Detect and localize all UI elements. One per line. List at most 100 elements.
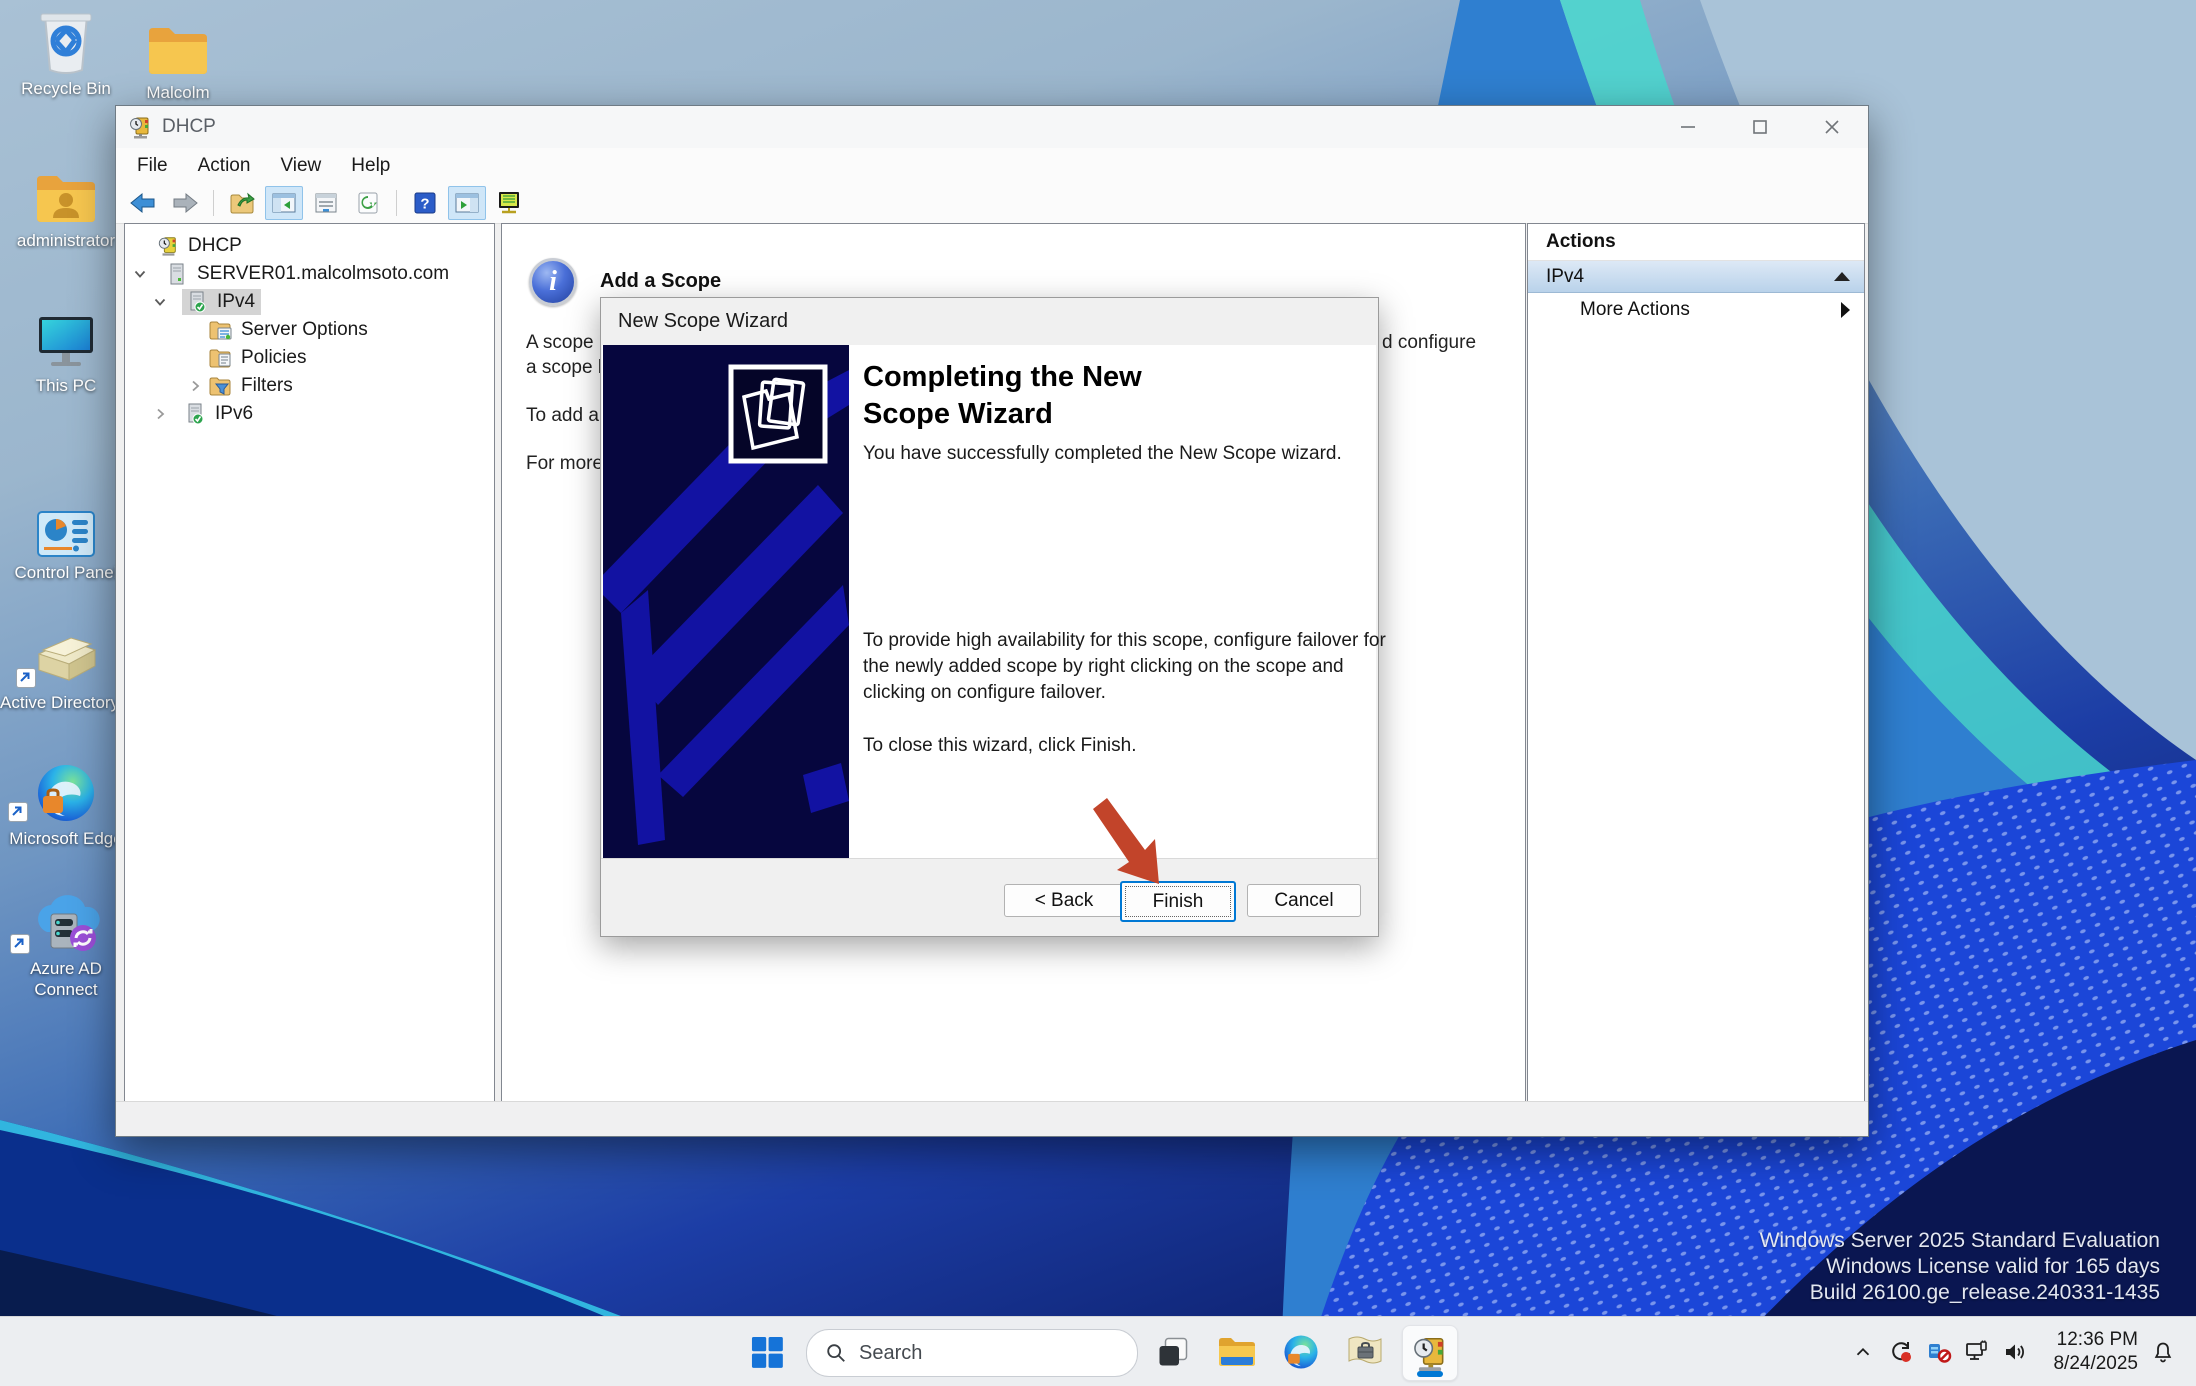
chevron-down-icon[interactable] — [130, 264, 150, 284]
tray-azure-ad-connect[interactable] — [1920, 1332, 1958, 1372]
active-app-indicator — [1417, 1371, 1443, 1377]
actions-more-actions[interactable]: More Actions — [1528, 292, 1864, 328]
properties-icon — [314, 192, 338, 214]
desktop-icon-administrator[interactable]: administrator — [0, 160, 132, 251]
action-pane-toggle-icon — [454, 192, 480, 214]
close-button[interactable] — [1796, 106, 1868, 148]
tree-item-server[interactable]: SERVER01.malcolmsoto.com — [125, 260, 492, 288]
file-explorer-button[interactable] — [1210, 1325, 1264, 1379]
desktop-icon-active-directory[interactable]: Active Directory... — [0, 622, 132, 713]
dhcp-rolodex-icon — [128, 115, 152, 139]
wizard-success-text: You have successfully completed the New … — [863, 443, 1363, 465]
chevron-down-icon[interactable] — [150, 292, 170, 312]
task-view-icon — [1155, 1334, 1191, 1370]
wizard-footer: < Back Finish Cancel — [601, 858, 1378, 936]
refresh-icon — [356, 191, 380, 215]
properties-button[interactable] — [307, 186, 345, 220]
server-check-icon — [184, 291, 210, 313]
folder-options-icon — [208, 319, 234, 341]
help-icon: ? — [414, 192, 436, 214]
desktop-icon-label: Control Panel — [0, 562, 132, 583]
cancel-button[interactable]: Cancel — [1247, 884, 1361, 917]
edge-icon — [0, 758, 132, 824]
search-input[interactable]: Search — [806, 1329, 1138, 1377]
notifications-button[interactable] — [2144, 1332, 2182, 1372]
menu-file[interactable]: File — [122, 155, 183, 177]
help-button[interactable]: ? — [406, 186, 444, 220]
server-icon — [164, 263, 190, 285]
scope-description-fragment: d configure — [1382, 332, 1476, 354]
window-titlebar[interactable]: DHCP — [116, 106, 1868, 148]
selected-row-highlight: IPv4 — [182, 289, 261, 315]
chevron-up-icon — [1852, 1341, 1874, 1363]
taskbar-clock[interactable]: 12:36 PM 8/24/2025 — [2042, 1328, 2138, 1376]
refresh-button[interactable] — [349, 186, 387, 220]
edge-button[interactable] — [1274, 1325, 1328, 1379]
toolbar-separator — [396, 190, 397, 216]
system-watermark: Windows Server 2025 Standard Evaluation … — [1760, 1228, 2160, 1306]
menu-view[interactable]: View — [265, 155, 336, 177]
search-icon — [825, 1342, 847, 1364]
export-list-icon — [229, 191, 255, 215]
tray-chevron-up[interactable] — [1844, 1332, 1882, 1372]
annotation-arrow — [1093, 792, 1173, 892]
network-display-button[interactable] — [490, 186, 528, 220]
desktop: Recycle Bin Malcolm administrator — [0, 0, 2196, 1386]
tree-item-filters[interactable]: Filters — [125, 372, 492, 400]
chevron-right-icon[interactable] — [150, 404, 170, 424]
tree-item-policies[interactable]: Policies — [125, 344, 492, 372]
wizard-titlebar[interactable]: New Scope Wizard — [601, 298, 1378, 345]
wizard-heading: Completing the New Scope Wizard — [863, 359, 1233, 433]
maximize-button[interactable] — [1724, 106, 1796, 148]
folder-policies-icon — [208, 347, 234, 369]
shortcut-arrow-icon — [8, 802, 28, 822]
tree-item-label: Policies — [241, 347, 306, 369]
action-pane-toggle-button[interactable] — [448, 186, 486, 220]
menu-help[interactable]: Help — [336, 155, 405, 177]
tray-sync-status[interactable] — [1882, 1332, 1920, 1372]
results-heading: Add a Scope — [600, 270, 721, 293]
task-view-button[interactable] — [1146, 1325, 1200, 1379]
forward-button[interactable] — [166, 186, 204, 220]
console-tree-panel: DHCP SERVER01.malcolmsoto.com — [124, 223, 495, 1103]
minimize-button[interactable] — [1652, 106, 1724, 148]
actions-group-label: IPv4 — [1546, 266, 1584, 288]
toolbar-separator — [213, 190, 214, 216]
desktop-icon-malcolm[interactable]: Malcolm — [112, 12, 244, 103]
tree-item-dhcp-root[interactable]: DHCP — [125, 232, 492, 260]
taskbar: Search — [0, 1316, 2196, 1386]
tree-item-ipv6[interactable]: IPv6 — [125, 400, 492, 428]
azure-sync-icon — [1926, 1339, 1952, 1365]
info-icon: i — [529, 258, 577, 306]
start-button[interactable] — [740, 1325, 794, 1379]
console-tree-toggle-button[interactable] — [265, 186, 303, 220]
search-placeholder: Search — [859, 1342, 922, 1365]
forward-arrow-icon — [172, 192, 198, 214]
tree-item-server-options[interactable]: Server Options — [125, 316, 492, 344]
desktop-icon-label: Malcolm — [112, 82, 244, 103]
actions-group-ipv4[interactable]: IPv4 — [1528, 261, 1864, 293]
desktop-icon-this-pc[interactable]: This PC — [0, 305, 132, 396]
desktop-icon-control-panel[interactable]: Control Panel — [0, 492, 132, 583]
server-manager-button[interactable] — [1338, 1325, 1392, 1379]
tray-volume[interactable] — [1996, 1332, 2034, 1372]
chevron-right-icon[interactable] — [185, 376, 205, 396]
export-list-button[interactable] — [223, 186, 261, 220]
edge-icon — [1282, 1333, 1320, 1371]
folder-icon — [112, 12, 244, 78]
file-explorer-icon — [1217, 1334, 1257, 1370]
actions-title: Actions — [1528, 224, 1864, 261]
back-button[interactable] — [124, 186, 162, 220]
desktop-icon-azure-ad-connect[interactable]: Azure AD Connect — [0, 888, 132, 1000]
start-icon — [748, 1333, 786, 1371]
system-watermark-line2: Windows License valid for 165 days — [1760, 1254, 2160, 1280]
collapse-icon[interactable] — [1834, 272, 1850, 281]
tree-item-ipv4[interactable]: IPv4 — [125, 288, 492, 316]
tray-network[interactable] — [1958, 1332, 1996, 1372]
dhcp-rolodex-icon — [155, 235, 181, 257]
svg-text:?: ? — [420, 196, 429, 213]
desktop-icon-microsoft-edge[interactable]: Microsoft Edge — [0, 758, 132, 849]
menu-action[interactable]: Action — [183, 155, 266, 177]
minimize-icon — [1679, 118, 1697, 136]
dhcp-taskbar-button[interactable] — [1402, 1325, 1458, 1381]
